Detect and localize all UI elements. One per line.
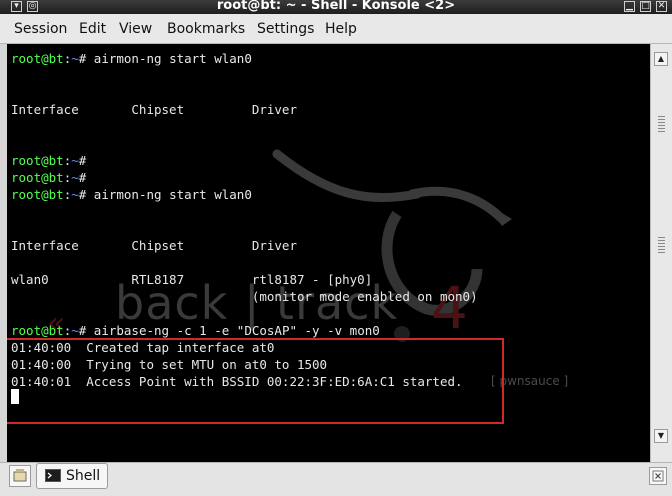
highlight-annotation-box	[7, 338, 504, 424]
window-title: root@bt: ~ - Shell - Konsole <2>	[216, 0, 456, 13]
menu-help[interactable]: Help	[325, 21, 357, 37]
prompt-path: ~	[71, 51, 79, 66]
terminal-output[interactable]: back | track 4 [ pwnsauce ] « root@bt:~#…	[7, 44, 650, 462]
tab-shell[interactable]: Shell	[36, 463, 108, 489]
title-bar: ▾ ◎ root@bt: ~ - Shell - Konsole <2> ▁ □…	[0, 0, 672, 14]
terminal-line: root@bt:~#	[11, 153, 87, 168]
terminal-line: wlan0 RTL8187 rtl8187 - [phy0]	[11, 272, 373, 287]
new-tab-icon	[13, 469, 27, 482]
terminal-line: Interface Chipset Driver	[11, 238, 297, 253]
menu-settings[interactable]: Settings	[257, 21, 314, 37]
terminal-line: (monitor mode enabled on mon0)	[11, 289, 478, 304]
terminal-line: root@bt:~# airmon-ng start wlan0	[11, 187, 252, 202]
close-tab-icon	[652, 470, 664, 482]
menu-view[interactable]: View	[119, 21, 152, 37]
new-tab-button[interactable]	[9, 465, 31, 487]
scroll-up-icon[interactable]: ▲	[654, 52, 668, 66]
terminal-line: root@bt:~#	[11, 170, 87, 185]
maximize-icon[interactable]: □	[640, 1, 651, 12]
terminal-icon	[45, 469, 61, 482]
menu-edit[interactable]: Edit	[79, 21, 106, 37]
vertical-scrollbar[interactable]: ▲ ▼	[650, 44, 672, 462]
wallpaper-version: 4	[431, 274, 468, 342]
scroll-down-icon[interactable]: ▼	[654, 429, 668, 443]
scroll-grip-icon[interactable]	[658, 116, 665, 132]
terminal-line: Interface Chipset Driver	[11, 102, 297, 117]
terminal-line: root@bt:~# airmon-ng start wlan0	[11, 51, 252, 66]
scroll-grip-icon[interactable]	[658, 237, 665, 253]
prompt-user: root@bt	[11, 51, 64, 66]
close-tab-button[interactable]	[649, 467, 667, 485]
close-icon[interactable]: ✕	[656, 1, 667, 12]
menu-bookmarks[interactable]: Bookmarks	[167, 21, 245, 37]
menu-bar: Session Edit View Bookmarks Settings Hel…	[0, 14, 672, 44]
tab-label: Shell	[66, 468, 101, 484]
menu-session[interactable]: Session	[14, 21, 67, 37]
minimize-icon[interactable]: ▁	[624, 1, 635, 12]
command-text: airmon-ng start wlan0	[86, 51, 252, 66]
terminal-line: root@bt:~# airbase-ng -c 1 -e "DCosAP" -…	[11, 323, 380, 338]
